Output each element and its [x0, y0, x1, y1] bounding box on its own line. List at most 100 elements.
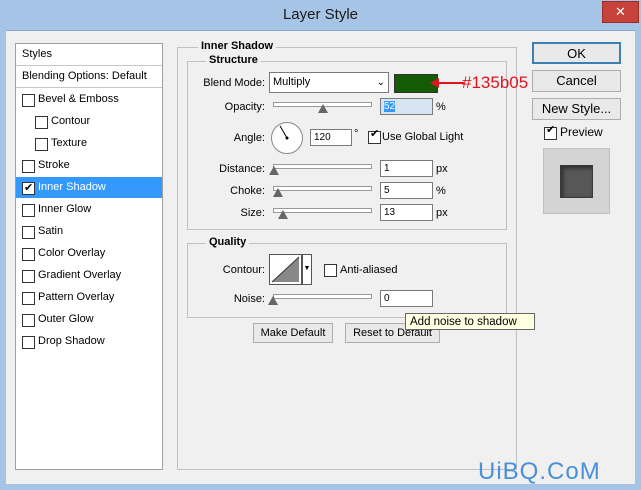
styles-header-label: Styles [22, 48, 52, 60]
distance-input[interactable]: 1 [380, 160, 433, 177]
noise-slider-thumb[interactable] [268, 296, 278, 305]
opacity-unit: % [436, 101, 446, 113]
style-item-inner-glow[interactable]: Inner Glow [16, 199, 162, 220]
style-item-inner-shadow[interactable]: Inner Shadow [16, 177, 162, 199]
angle-dial[interactable] [270, 121, 304, 155]
quality-title: Quality [206, 236, 250, 248]
size-label: Size: [240, 207, 265, 219]
preview-checkbox[interactable] [544, 123, 557, 140]
angle-input[interactable]: 120 [310, 129, 352, 146]
window-frame-left [0, 30, 6, 490]
window-title: Layer Style [282, 6, 359, 23]
distance-slider-thumb[interactable] [268, 166, 279, 175]
style-item-label: Gradient Overlay [38, 269, 122, 281]
antialiased-checkbox[interactable] [324, 264, 337, 277]
style-item-pattern-overlay[interactable]: Pattern Overlay [16, 287, 162, 308]
size-input[interactable]: 13 [380, 204, 433, 221]
opacity-input[interactable]: 52 [380, 98, 433, 115]
distance-label: Distance: [219, 163, 265, 175]
style-item-label: Outer Glow [38, 313, 94, 325]
stroke-checkbox[interactable] [22, 160, 35, 173]
drop-shadow-checkbox[interactable] [22, 336, 35, 349]
close-button[interactable]: ✕ [602, 1, 639, 23]
style-item-label: Contour [51, 115, 91, 127]
style-item-label: Bevel & Emboss [38, 93, 119, 105]
global-light-checkbox[interactable] [368, 127, 381, 144]
style-item-gradient-overlay[interactable]: Gradient Overlay [16, 265, 162, 286]
watermark-logo: UiBQ.CoM [478, 458, 601, 485]
style-item-label: Satin [38, 225, 64, 237]
choke-unit: % [436, 185, 446, 197]
style-item-label: Pattern Overlay [38, 291, 115, 303]
noise-input[interactable]: 0 [380, 290, 433, 307]
style-item-stroke[interactable]: Stroke [16, 155, 162, 176]
preview-square [560, 165, 593, 198]
color-overlay-checkbox[interactable] [22, 248, 35, 261]
cancel-button[interactable]: Cancel [532, 70, 621, 92]
inner-shadow-title: Inner Shadow [198, 40, 277, 52]
style-item-outer-glow[interactable]: Outer Glow [16, 309, 162, 330]
gradient-overlay-checkbox[interactable] [22, 270, 35, 283]
blend-mode-label: Blend Mode: [203, 77, 265, 89]
noise-tooltip: Add noise to shadow [405, 313, 535, 330]
choke-input[interactable]: 5 [380, 182, 433, 199]
preview-swatch [543, 148, 610, 214]
quality-group [187, 243, 507, 318]
bevel-emboss-checkbox[interactable] [22, 94, 35, 107]
choke-label: Choke: [230, 185, 265, 197]
blend-mode-value: Multiply [273, 76, 311, 88]
angle-label: Angle: [233, 132, 265, 144]
outer-glow-checkbox[interactable] [22, 314, 35, 327]
styles-header[interactable]: Styles [16, 44, 162, 66]
window-frame-right [635, 30, 641, 490]
make-default-button[interactable]: Make Default [253, 323, 333, 343]
color-annotation-text: #135b05 [462, 73, 529, 92]
antialiased-label: Anti-aliased [340, 264, 398, 276]
style-item-drop-shadow[interactable]: Drop Shadow [16, 331, 162, 352]
global-light-label: Use Global Light [382, 131, 464, 143]
arrow-annotation-icon [430, 78, 464, 88]
inner-shadow-checkbox[interactable] [22, 178, 35, 199]
contour-dropdown-icon[interactable]: ▼ [302, 254, 312, 285]
style-item-label: Inner Shadow [38, 181, 106, 193]
opacity-label: Opacity: [224, 101, 265, 113]
styles-list: Styles Blending Options: Default Bevel &… [15, 43, 163, 470]
distance-slider[interactable] [273, 164, 372, 169]
structure-title: Structure [206, 54, 261, 66]
inner-glow-checkbox[interactable] [22, 204, 35, 217]
opacity-value: 52 [384, 101, 396, 112]
contour-picker-icon[interactable] [269, 254, 302, 285]
style-item-label: Texture [51, 137, 88, 149]
size-unit: px [436, 207, 448, 219]
style-item-bevel-emboss[interactable]: Bevel & Emboss [16, 89, 162, 110]
distance-unit: px [436, 163, 448, 175]
style-item-label: Stroke [38, 159, 70, 171]
style-item-texture[interactable]: Texture [16, 133, 162, 154]
satin-checkbox[interactable] [22, 226, 35, 239]
blending-options-item[interactable]: Blending Options: Default [16, 66, 162, 88]
noise-label: Noise: [233, 293, 265, 305]
style-item-color-overlay[interactable]: Color Overlay [16, 243, 162, 264]
contour-checkbox[interactable] [35, 116, 48, 129]
preview-label: Preview [560, 125, 603, 139]
size-slider-thumb[interactable] [277, 210, 288, 219]
blend-mode-select[interactable]: Multiply ⌄ [269, 72, 389, 93]
style-item-label: Inner Glow [38, 203, 92, 215]
choke-slider[interactable] [273, 186, 372, 191]
degree-unit: ° [354, 128, 359, 140]
style-item-label: Color Overlay [38, 247, 106, 259]
chevron-down-icon: ⌄ [376, 77, 385, 88]
style-item-label: Drop Shadow [38, 335, 105, 347]
new-style-button[interactable]: New Style... [532, 98, 621, 120]
ok-button[interactable]: OK [532, 42, 621, 64]
contour-label: Contour: [222, 264, 265, 276]
pattern-overlay-checkbox[interactable] [22, 292, 35, 305]
opacity-slider-thumb[interactable] [318, 104, 329, 113]
blending-options-label: Blending Options: Default [22, 70, 147, 82]
style-item-satin[interactable]: Satin [16, 221, 162, 242]
noise-slider[interactable] [273, 294, 372, 299]
choke-slider-thumb[interactable] [272, 188, 283, 197]
size-slider[interactable] [273, 208, 372, 213]
style-item-contour[interactable]: Contour [16, 111, 162, 132]
texture-checkbox[interactable] [35, 138, 48, 151]
